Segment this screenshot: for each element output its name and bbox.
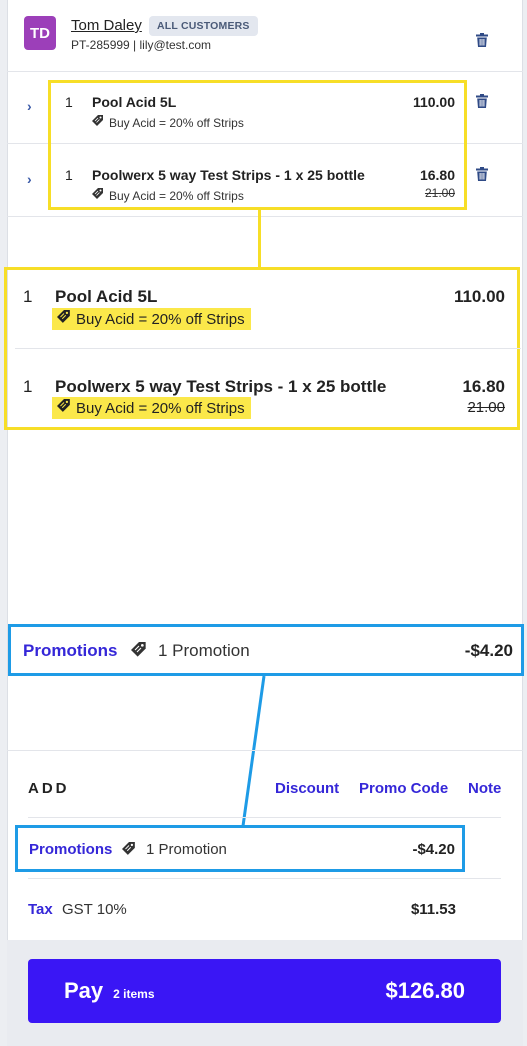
customer-group-badge: ALL CUSTOMERS [149,16,258,36]
line-items-highlight [48,80,467,210]
zoom-item-name: Pool Acid 5L [55,287,158,306]
trash-icon[interactable] [476,94,488,108]
note-link[interactable]: Note [468,780,501,797]
line-items-zoom: 1 Pool Acid 5L Buy Acid = 20% off Strips… [4,267,521,430]
avatar: TD [24,16,56,50]
tag-icon [122,842,136,861]
zoom-item-price: 110.00 [453,287,505,306]
tax-link[interactable]: Tax [28,901,53,918]
promotions-amount: -$4.20 [412,841,455,858]
zoom-item-name: Poolwerx 5 way Test Strips - 1 x 25 bott… [55,377,387,396]
promotions-amount: -$4.20 [464,641,513,660]
tag-icon [57,310,71,328]
tax-amount: $11.53 [410,901,456,918]
zoom-item-price: 16.80 [462,377,505,396]
zoom-item-qty: 1 [23,287,33,306]
pay-items-count: 2 items [113,987,155,1001]
zoom-item-promo-label: Buy Acid = 20% off Strips [76,399,245,417]
divider [15,348,521,349]
customer-meta: PT-285999 | lily@test.com [71,38,212,52]
chevron-right-icon[interactable]: › [27,171,32,187]
pay-total: $126.80 [385,978,465,1003]
divider [28,817,501,818]
tag-icon [131,642,147,663]
discount-link[interactable]: Discount [275,780,339,797]
promotions-zoom: Promotions 1 Promotion -$4.20 [8,624,524,676]
zoom-item-promo: Buy Acid = 20% off Strips [52,308,251,330]
zoom-item-qty: 1 [23,377,33,396]
promotions-row[interactable]: Promotions 1 Promotion -$4.20 [15,825,465,872]
divider [7,750,523,751]
chevron-right-icon[interactable]: › [27,98,32,114]
pay-button[interactable]: Pay 2 items $126.80 [28,959,501,1023]
tag-icon [57,399,71,417]
zoom-item-promo-label: Buy Acid = 20% off Strips [76,310,245,328]
trash-icon[interactable] [476,167,488,181]
pay-label: Pay [64,978,104,1003]
divider [28,878,501,879]
callout-connector [258,210,261,268]
customer-header[interactable]: TD Tom Daley ALL CUSTOMERS PT-285999 | l… [7,0,523,72]
zoom-item-promo: Buy Acid = 20% off Strips [52,397,251,419]
zoom-item-original-price: 21.00 [467,399,505,416]
promotions-link[interactable]: Promotions [29,841,112,858]
promotions-link[interactable]: Promotions [23,641,117,661]
promo-code-link[interactable]: Promo Code [359,780,448,797]
add-heading: ADD [28,780,70,797]
trash-icon[interactable] [476,33,488,47]
tax-name: GST 10% [62,901,127,918]
promotions-count: 1 Promotion [146,841,227,858]
customer-name-link[interactable]: Tom Daley [71,17,142,34]
promotions-count: 1 Promotion [158,641,250,660]
